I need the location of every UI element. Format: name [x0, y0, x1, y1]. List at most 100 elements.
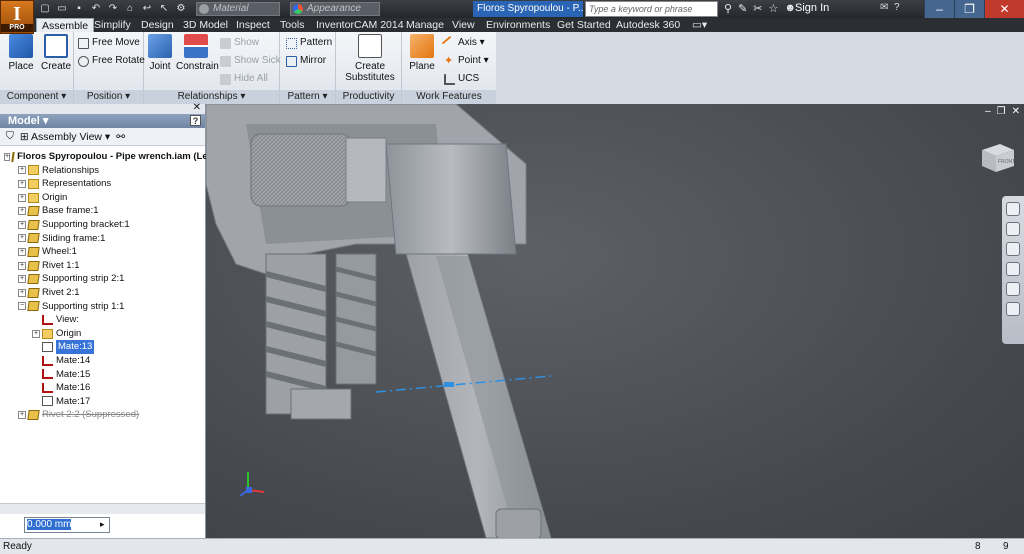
assembly-view-dropdown[interactable]: ⊞ Assembly View ▾ [20, 131, 110, 143]
browser-node[interactable]: +Mate:15 [0, 368, 205, 382]
browser-node[interactable]: + Relationships [0, 164, 205, 178]
expand-toggle-icon[interactable]: + [18, 275, 26, 284]
tab-tools[interactable]: Tools [280, 18, 305, 32]
point-button[interactable]: ✦ Point ▾ [444, 54, 489, 68]
browser-node[interactable]: + Supporting strip 2:1 [0, 272, 205, 286]
expand-toggle-icon[interactable]: − [18, 302, 26, 311]
save-icon[interactable]: ▪ [72, 2, 86, 16]
browser-node[interactable]: + Supporting bracket:1 [0, 218, 205, 232]
browser-node[interactable]: − Supporting strip 1:1 [0, 300, 205, 314]
restore-icon[interactable]: ❐ [954, 0, 984, 18]
expand-toggle-icon[interactable]: + [32, 329, 40, 338]
expand-toggle-icon[interactable]: + [18, 166, 26, 175]
tab-environments[interactable]: Environments [486, 18, 550, 32]
viewcube[interactable]: FRONT [978, 140, 1016, 174]
browser-node[interactable]: + Wheel:1 [0, 245, 205, 259]
expand-toggle-icon[interactable]: + [18, 288, 26, 297]
pattern-button[interactable]: Pattern [286, 36, 332, 50]
panel-title-component[interactable]: Component ▾ [0, 90, 73, 104]
viewport-close-icon[interactable]: ✕ [1012, 106, 1020, 117]
tab-view[interactable]: View [452, 18, 475, 32]
star-icon[interactable]: ☆ [769, 2, 779, 15]
minimize-icon[interactable]: – [924, 0, 954, 18]
search-input[interactable]: Type a keyword or phrase [585, 1, 718, 17]
redo-icon[interactable]: ↷ [106, 2, 120, 16]
joint-button[interactable]: Joint [146, 34, 174, 72]
tab-overflow-icon[interactable]: ▭▾ [692, 18, 707, 32]
place-button[interactable]: Place [6, 34, 36, 72]
browser-node[interactable]: + Rivet 1:1 [0, 259, 205, 273]
expand-toggle-icon[interactable]: + [18, 247, 26, 256]
application-menu-button[interactable]: I PRO [0, 0, 34, 34]
value-input[interactable]: 0.000 mm [24, 517, 110, 533]
viewport-restore-icon[interactable]: ❐ [997, 106, 1006, 117]
open-icon[interactable]: ▭ [55, 2, 69, 16]
hide-all-button[interactable]: Hide All [220, 72, 268, 86]
update-icon[interactable]: ⚙ [174, 2, 188, 16]
zoom-icon[interactable] [1006, 242, 1020, 256]
expand-toggle-icon[interactable]: + [18, 261, 26, 270]
browser-node[interactable]: + Rivet 2:2 (Suppressed) [0, 408, 205, 422]
home-icon[interactable]: ⌂ [123, 2, 137, 16]
panel-title-position[interactable]: Position ▾ [74, 90, 143, 104]
tab-design[interactable]: Design [141, 18, 174, 32]
tab-inventorcam[interactable]: InventorCAM 2014 [316, 18, 404, 32]
tab-assemble[interactable]: Assemble [36, 18, 95, 32]
tab-inspect[interactable]: Inspect [236, 18, 270, 32]
browser-horizontal-scrollbar[interactable] [0, 503, 205, 514]
show-button[interactable]: Show [220, 36, 259, 50]
expand-toggle-icon[interactable]: + [18, 411, 26, 420]
tab-simplify[interactable]: Simplify [94, 18, 131, 32]
browser-node[interactable]: + Origin [0, 191, 205, 205]
sign-in-link[interactable]: Sign In [795, 2, 829, 14]
browser-node[interactable]: +View: [0, 313, 205, 327]
steering-wheel-icon[interactable] [1006, 202, 1020, 216]
browser-node[interactable]: + Base frame:1 [0, 204, 205, 218]
axis-button[interactable]: Axis ▾ [441, 35, 485, 51]
expand-toggle-icon[interactable]: + [18, 207, 26, 216]
browser-node[interactable]: + Rivet 2:1 [0, 286, 205, 300]
create-button[interactable]: Create [40, 34, 72, 72]
browser-node[interactable]: + Representations [0, 177, 205, 191]
document-title[interactable]: Floros Spyropoulou - P... [473, 1, 583, 17]
new-icon[interactable]: ▢ [38, 2, 52, 16]
panel-title-pattern[interactable]: Pattern ▾ [280, 90, 335, 104]
tab-autodesk-360[interactable]: Autodesk 360 [616, 18, 680, 32]
return-icon[interactable]: ↩ [140, 2, 154, 16]
find-binoculars-icon[interactable]: ⚯ [116, 131, 125, 143]
ucs-button[interactable]: UCS [444, 72, 479, 86]
exchange-icon[interactable]: ✉ [880, 2, 888, 13]
expand-toggle-icon[interactable]: + [4, 152, 11, 161]
tools-icon[interactable]: ✂ [753, 2, 762, 15]
look-at-icon[interactable] [1006, 282, 1020, 296]
close-icon[interactable]: ✕ [984, 0, 1024, 18]
free-move-button[interactable]: Free Move [78, 36, 140, 50]
undo-icon[interactable]: ↶ [89, 2, 103, 16]
browser-header[interactable]: Model ▾ ? [0, 114, 205, 128]
browser-node[interactable]: + Origin [0, 327, 205, 341]
appearance-dropdown[interactable]: Appearance [290, 2, 380, 16]
pan-hand-icon[interactable] [1006, 222, 1020, 236]
orbit-icon[interactable] [1006, 262, 1020, 276]
tab-get-started[interactable]: Get Started [557, 18, 611, 32]
binoculars-icon[interactable]: ⚲ [724, 2, 732, 15]
tab-3d-model[interactable]: 3D Model [183, 18, 228, 32]
create-substitutes-button[interactable]: Create Substitutes [342, 34, 398, 83]
expand-toggle-icon[interactable]: + [18, 193, 26, 202]
browser-node[interactable]: + Floros Spyropoulou - Pipe wrench.iam (L… [0, 150, 213, 164]
browser-close-icon[interactable]: ✕ [193, 102, 201, 113]
help-icon[interactable]: ? [894, 2, 900, 13]
wrench-icon[interactable]: ✎ [738, 2, 747, 15]
browser-node[interactable]: +Mate:14 [0, 354, 205, 368]
value-arrow-icon[interactable]: ▸ [100, 519, 105, 530]
browser-node[interactable]: +Mate:17 [0, 395, 205, 409]
free-rotate-button[interactable]: Free Rotate [78, 54, 145, 68]
graphics-viewport[interactable]: – ❐ ✕ FRONT [206, 104, 1024, 538]
plane-button[interactable]: Plane [406, 34, 438, 72]
browser-help-icon[interactable]: ? [190, 115, 201, 126]
expand-toggle-icon[interactable]: + [18, 220, 26, 229]
expand-toggle-icon[interactable]: + [18, 179, 26, 188]
browser-node[interactable]: +Mate:13 [0, 340, 205, 354]
material-dropdown[interactable]: Material [196, 2, 280, 16]
panel-title-relationships[interactable]: Relationships ▾ [144, 90, 279, 104]
